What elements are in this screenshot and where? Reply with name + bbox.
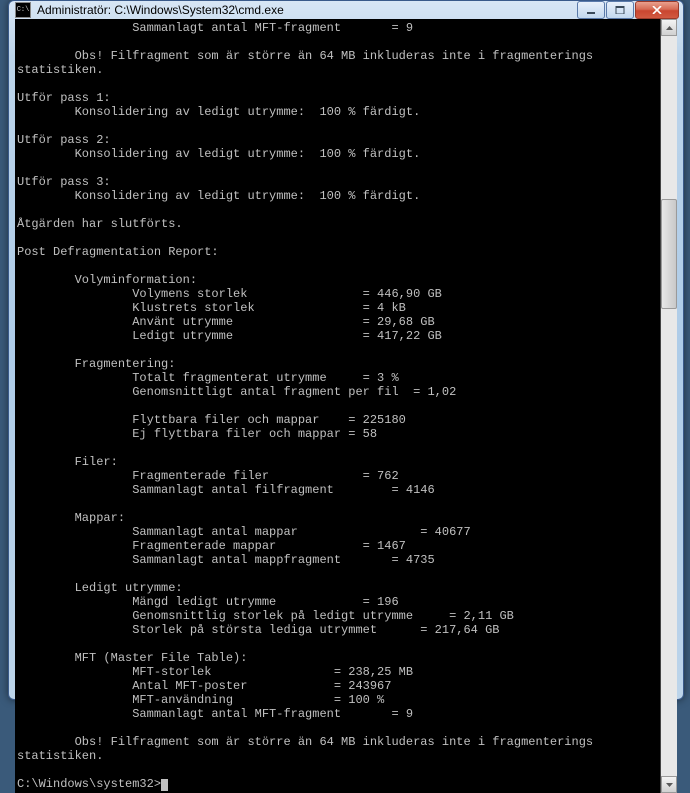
client-area: Sammanlagt antal MFT-fragment = 9 Obs! F… [15,19,677,793]
window-controls [577,1,679,19]
close-button[interactable] [635,1,679,19]
scroll-up-button[interactable] [661,19,677,36]
maximize-button[interactable] [606,1,634,19]
titlebar[interactable]: Administratör: C:\Windows\System32\cmd.e… [9,1,683,19]
cursor [161,779,168,791]
scroll-track[interactable] [661,36,677,776]
vertical-scrollbar[interactable] [660,19,677,793]
maximize-icon [615,6,625,14]
console-output[interactable]: Sammanlagt antal MFT-fragment = 9 Obs! F… [15,19,660,793]
cmd-icon [15,2,31,18]
close-icon [652,6,662,14]
minimize-button[interactable] [577,1,605,19]
chevron-down-icon [666,783,673,787]
scroll-thumb[interactable] [661,199,677,309]
chevron-up-icon [666,26,673,30]
window-title: Administratör: C:\Windows\System32\cmd.e… [37,3,577,17]
minimize-icon [586,6,596,14]
scroll-down-button[interactable] [661,776,677,793]
cmd-window: Administratör: C:\Windows\System32\cmd.e… [8,0,684,700]
